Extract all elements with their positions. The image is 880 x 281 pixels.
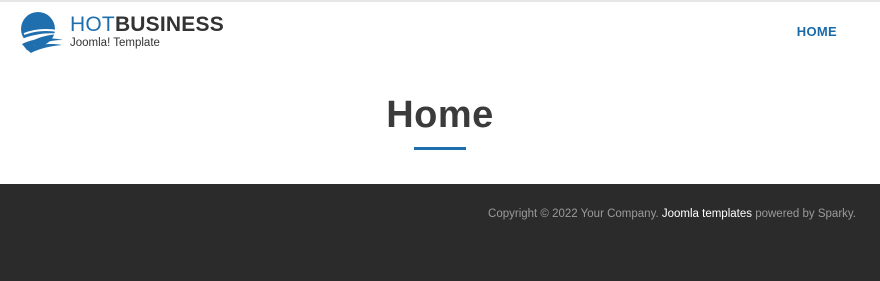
brand-name: HOTBUSINESS (70, 14, 224, 35)
brand-tagline: Joomla! Template (70, 37, 160, 50)
copyright-suffix: powered by Sparky. (755, 208, 856, 220)
copyright-prefix: Copyright © 2022 Your Company. (488, 208, 659, 220)
site-footer: Copyright © 2022 Your Company. Joomla te… (0, 184, 880, 281)
brand-prefix: HOT (70, 13, 115, 37)
globe-swoosh-logo-icon (20, 12, 63, 53)
site-header: HOTBUSINESS Joomla! Template HOME (0, 2, 880, 64)
main-content: Home (0, 64, 880, 184)
title-underline (414, 147, 466, 150)
copyright-text: Copyright © 2022 Your Company. Joomla te… (488, 208, 856, 220)
site-logo[interactable]: HOTBUSINESS Joomla! Template (18, 10, 224, 54)
brand-suffix: BUSINESS (114, 13, 224, 37)
joomla-templates-link[interactable]: Joomla templates (662, 208, 752, 220)
page-title: Home (386, 94, 494, 136)
logo-text: HOTBUSINESS Joomla! Template (70, 14, 224, 50)
nav-item-home[interactable]: HOME (797, 24, 837, 39)
